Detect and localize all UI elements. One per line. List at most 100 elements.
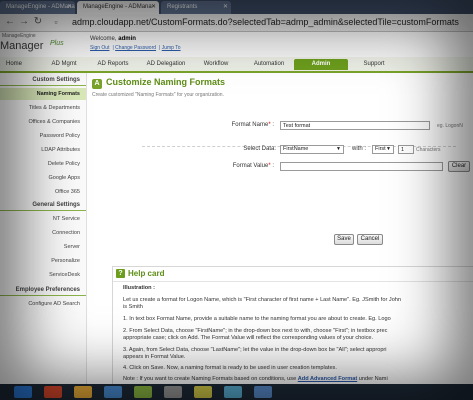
os-taskbar bbox=[0, 384, 473, 400]
forward-icon[interactable]: → bbox=[18, 16, 30, 28]
naming-format-icon: A bbox=[92, 79, 102, 89]
help-note: Note : If you want to create Naming Form… bbox=[123, 376, 473, 383]
sidebar-item-servicedesk[interactable]: ServiceDesk bbox=[0, 269, 86, 281]
app-icon[interactable] bbox=[224, 386, 242, 398]
sidebar-item-delete-policy[interactable]: Delete Policy bbox=[0, 158, 86, 170]
help-note-suffix: under Nami bbox=[358, 376, 388, 382]
web-page: ManageEngine Manager Plus Welcome, admin… bbox=[0, 32, 473, 384]
help-note-prefix: Note : If you want to create Naming Form… bbox=[123, 376, 297, 382]
admin-sidebar: Custom Settings Naming Formats Titles & … bbox=[0, 73, 87, 384]
help-line: 1. In text box Format Name, provide a su… bbox=[123, 316, 391, 322]
sidebar-item-configure-ad-search[interactable]: Configure AD Search bbox=[0, 298, 86, 310]
tab-workflow[interactable]: Workflow bbox=[198, 59, 234, 70]
help-card-title: Help card bbox=[128, 269, 165, 278]
chrome-icon[interactable] bbox=[44, 386, 62, 398]
main-nav: Home AD Mgmt AD Reports AD Delegation Wo… bbox=[0, 57, 473, 73]
browser-tab-label: Registrants bbox=[167, 4, 198, 10]
format-name-label: Format Name* : bbox=[231, 122, 274, 128]
folder-icon[interactable] bbox=[74, 386, 92, 398]
help-line: 2. From Select Data, choose "FirstName";… bbox=[123, 328, 388, 334]
cancel-button[interactable]: Cancel bbox=[357, 234, 383, 245]
page-subtitle: Create customized "Naming Formats" for y… bbox=[92, 92, 224, 98]
close-icon[interactable]: ✕ bbox=[223, 1, 228, 14]
help-line: 4. Click on Save. Now, a naming format i… bbox=[123, 365, 337, 371]
sidebar-item-naming-formats[interactable]: Naming Formats bbox=[0, 88, 86, 100]
browser-tab-label: ManageEngine - ADMana bbox=[83, 4, 152, 10]
sidebar-heading-general-settings: General Settings bbox=[0, 199, 86, 211]
help-line: appears in Format Value. bbox=[123, 354, 186, 360]
character-count-input[interactable]: 1 bbox=[398, 145, 414, 154]
close-icon[interactable]: ✕ bbox=[67, 1, 72, 14]
browser-tab-3[interactable]: Registrants ✕ bbox=[161, 1, 231, 14]
app-icon[interactable] bbox=[254, 386, 272, 398]
help-line: is Smith bbox=[123, 304, 143, 310]
app-icon[interactable] bbox=[194, 386, 212, 398]
sidebar-item-office-365[interactable]: Office 365 bbox=[0, 186, 86, 198]
format-name-input[interactable]: Test format bbox=[280, 121, 430, 130]
tab-support[interactable]: Support bbox=[354, 59, 394, 70]
close-icon[interactable]: ✕ bbox=[151, 1, 156, 14]
browser-tab-label: ManageEngine - ADMana bbox=[6, 4, 75, 10]
welcome-text: Welcome, admin bbox=[90, 36, 136, 42]
tab-ad-mgmt[interactable]: AD Mgmt bbox=[44, 59, 84, 70]
select-data-dropdown[interactable]: FirstName ▼ bbox=[280, 145, 344, 154]
with-dropdown[interactable]: First ▼ bbox=[372, 145, 394, 154]
tab-admin[interactable]: Admin bbox=[294, 59, 348, 70]
sidebar-item-password-policy[interactable]: Password Policy bbox=[0, 130, 86, 142]
url-text[interactable]: admp.cloudapp.net/CustomFormats.do?selec… bbox=[72, 16, 459, 28]
sidebar-item-connection[interactable]: Connection bbox=[0, 227, 86, 239]
browser-tab-1[interactable]: ManageEngine - ADMana ✕ bbox=[0, 1, 75, 14]
format-name-hint: eg. LogonN bbox=[437, 123, 463, 129]
sidebar-item-titles-departments[interactable]: Titles & Departments bbox=[0, 102, 86, 114]
help-line: 3. Again, from Select Data, choose "Last… bbox=[123, 347, 387, 353]
with-value: First bbox=[375, 146, 386, 152]
app-icon[interactable] bbox=[164, 386, 182, 398]
add-advanced-format-link[interactable]: Add Advanced Format bbox=[298, 376, 357, 382]
address-bar: ← → ↻ ▫ admp.cloudapp.net/CustomFormats.… bbox=[0, 14, 473, 32]
sidebar-item-offices-companies[interactable]: Offices & Companies bbox=[0, 116, 86, 128]
help-illustration-heading: Illustration : bbox=[123, 285, 156, 291]
sidebar-heading-custom-settings: Custom Settings bbox=[0, 74, 86, 86]
start-icon[interactable] bbox=[14, 386, 32, 398]
help-card: ? Help card Illustration : Let us create… bbox=[112, 266, 473, 384]
select-data-label: Select Data: bbox=[243, 146, 276, 152]
format-value-input[interactable] bbox=[280, 162, 443, 171]
app-header: ManageEngine Manager Plus Welcome, admin… bbox=[0, 32, 473, 57]
save-button[interactable]: Save bbox=[334, 234, 354, 245]
welcome-label: Welcome, bbox=[90, 36, 117, 42]
back-icon[interactable]: ← bbox=[4, 16, 16, 28]
select-data-value: FirstName bbox=[283, 146, 309, 152]
sidebar-item-ldap-attributes[interactable]: LDAP Attributes bbox=[0, 144, 86, 156]
browser-tab-bar: ManageEngine - ADMana ✕ ManageEngine - A… bbox=[0, 0, 473, 14]
sidebar-item-nt-service[interactable]: NT Service bbox=[0, 213, 86, 225]
welcome-user: admin bbox=[118, 36, 136, 42]
sidebar-item-google-apps[interactable]: Google Apps bbox=[0, 172, 86, 184]
tab-ad-delegation[interactable]: AD Delegation bbox=[140, 59, 192, 70]
characters-label: Characters bbox=[416, 147, 441, 153]
tab-automation[interactable]: Automation bbox=[246, 59, 292, 70]
sidebar-item-personalize[interactable]: Personalize bbox=[0, 255, 86, 267]
sidebar-item-server[interactable]: Server bbox=[0, 241, 86, 253]
page-title: Customize Naming Formats bbox=[106, 77, 226, 87]
chevron-down-icon: ▼ bbox=[386, 146, 391, 152]
change-password-link[interactable]: Change Password bbox=[115, 45, 156, 51]
sign-out-link[interactable]: Sign Out bbox=[90, 45, 109, 51]
format-value-label: Format Value* : bbox=[232, 163, 274, 169]
tab-ad-reports[interactable]: AD Reports bbox=[90, 59, 136, 70]
app-icon[interactable] bbox=[134, 386, 152, 398]
clear-button[interactable]: Clear bbox=[448, 161, 470, 172]
logo-product: Manager bbox=[0, 40, 44, 52]
browser-tab-2[interactable]: ManageEngine - ADMana ✕ bbox=[77, 1, 159, 14]
help-line: Let us create a format for Logon Name, w… bbox=[123, 297, 402, 303]
logo-vendor: ManageEngine bbox=[2, 33, 36, 39]
reload-icon[interactable]: ↻ bbox=[32, 16, 44, 28]
chevron-down-icon: ▼ bbox=[336, 146, 341, 152]
tab-home[interactable]: Home bbox=[0, 59, 28, 70]
header-links: Sign Out | Change Password | Jump To bbox=[90, 45, 181, 51]
jump-to-link[interactable]: Jump To bbox=[162, 45, 181, 51]
main-content: A Customize Naming Formats Create custom… bbox=[88, 73, 473, 384]
help-card-header: ? Help card bbox=[113, 267, 473, 282]
help-line: appropriate case; click on Add. The Form… bbox=[123, 335, 374, 341]
help-icon: ? bbox=[116, 269, 125, 278]
app-icon[interactable] bbox=[104, 386, 122, 398]
